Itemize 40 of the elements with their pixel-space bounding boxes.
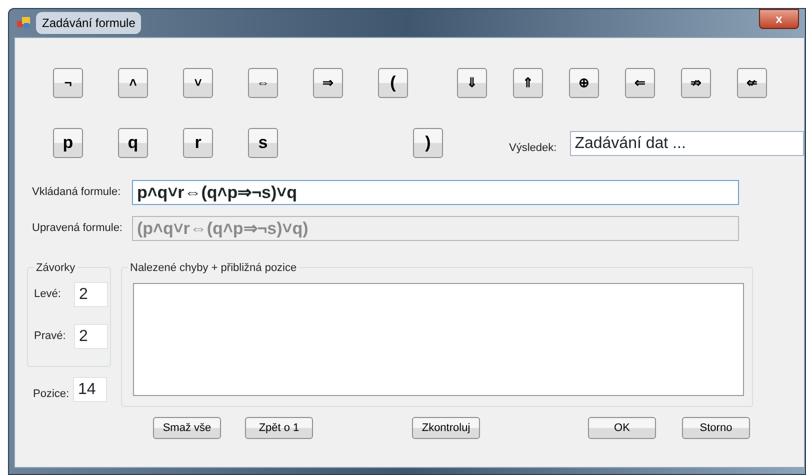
variable-button[interactable]: q: [118, 128, 148, 158]
error-list[interactable]: [133, 283, 744, 396]
parenthesis-button[interactable]: ): [413, 128, 443, 158]
symbol-button[interactable]: ˄: [118, 68, 148, 98]
dialog-button[interactable]: Smaž vše: [153, 417, 221, 439]
formula-field: (p˄q˅r⇔(q˄p⇒¬s)˅q): [132, 216, 739, 241]
group-title: Nalezené chyby + přibližná pozice: [128, 260, 299, 276]
symbol-button[interactable]: ⊕: [569, 68, 599, 98]
dialog-button[interactable]: Zpět o 1: [245, 417, 313, 439]
close-button[interactable]: x: [759, 9, 799, 29]
field-label: Levé:: [34, 287, 62, 302]
field-label: Pozice:: [33, 386, 70, 402]
symbol-button[interactable]: ⇏: [681, 68, 711, 98]
formula-field[interactable]: p˄q˅r⇔(q˄p⇒¬s)˅q: [132, 180, 739, 205]
formula-label: Vkládaná formule:: [32, 185, 122, 200]
symbol-button[interactable]: ⇍: [737, 68, 767, 98]
symbol-button[interactable]: ¬: [53, 68, 83, 98]
symbol-button[interactable]: ⇑: [513, 68, 543, 98]
count-field: 2: [74, 282, 108, 307]
variable-button[interactable]: p: [53, 128, 83, 158]
variable-button[interactable]: s: [248, 128, 278, 158]
position-field: 14: [73, 377, 107, 402]
result-field: Zadávání dat ...: [570, 130, 804, 156]
symbol-button[interactable]: (: [378, 68, 408, 98]
symbol-button[interactable]: ˅: [183, 68, 213, 98]
symbol-button[interactable]: ⇒: [313, 68, 343, 98]
count-field: 2: [74, 324, 108, 349]
window-title: Zadávání formule: [36, 12, 142, 34]
dialog-button[interactable]: OK: [588, 417, 656, 439]
dialog-button[interactable]: Zkontroluj: [412, 417, 480, 439]
variable-button[interactable]: r: [183, 128, 213, 158]
field-label: Pravé:: [34, 329, 67, 344]
formula-label: Upravená formule:: [32, 221, 124, 236]
result-label: Výsledek:: [509, 140, 557, 156]
group-title: Závorky: [34, 260, 78, 276]
app-icon: [17, 17, 31, 29]
dialog-button[interactable]: Storno: [682, 417, 750, 439]
symbol-button[interactable]: ⇐: [625, 68, 655, 98]
symbol-button[interactable]: ⇔: [248, 68, 278, 98]
symbol-button[interactable]: ⇓: [457, 68, 487, 98]
